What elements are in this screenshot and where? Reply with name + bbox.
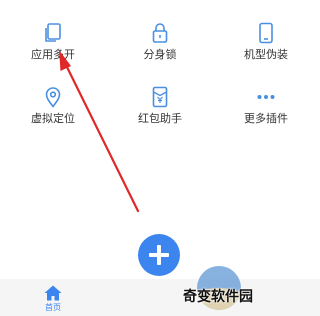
red-packet-icon [152,86,168,108]
copy-icon [45,23,61,42]
feature-label: 虚拟定位 [31,112,75,125]
tab-home[interactable]: 首页 [0,279,106,316]
watermark-text: 奇变软件园 [183,289,253,305]
bottom-tab-bar: 首页 [0,279,320,316]
more-dots-icon [257,95,275,99]
feature-app-clone[interactable]: 应用多开 [0,0,106,61]
add-app-button[interactable] [138,234,180,276]
feature-red-packet-helper[interactable]: 红包助手 [107,64,213,125]
feature-label: 应用多开 [31,48,75,61]
lock-icon [152,23,168,43]
tab-home-label: 首页 [45,303,61,312]
feature-label: 更多插件 [244,112,288,125]
feature-label: 机型伪装 [244,48,288,61]
feature-virtual-location[interactable]: 虚拟定位 [0,64,106,125]
phone-icon [259,22,273,44]
location-pin-icon [45,87,61,108]
feature-device-spoof[interactable]: 机型伪装 [213,0,319,61]
feature-grid: 应用多开 分身锁 机型伪装 虚拟定位 红包助手 更多插件 [0,0,320,150]
feature-label: 红包助手 [138,112,182,125]
feature-clone-lock[interactable]: 分身锁 [107,0,213,61]
feature-more-plugins[interactable]: 更多插件 [213,64,319,125]
feature-label: 分身锁 [143,48,177,61]
home-icon [44,285,62,301]
